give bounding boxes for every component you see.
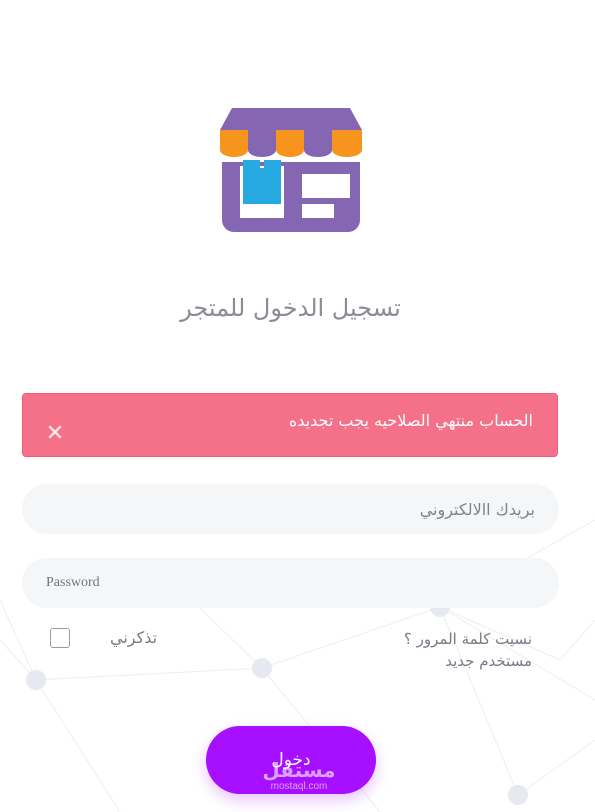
page-title: تسجيل الدخول للمتجر <box>180 294 401 322</box>
account-links: نسيت كلمة المرور ؟ مستخدم جديد <box>404 628 532 672</box>
remember-me-checkbox[interactable] <box>50 628 70 648</box>
login-button[interactable]: دخول <box>206 726 376 794</box>
close-icon[interactable] <box>47 424 63 440</box>
expired-account-alert: الحساب منتهي الصلاحيه يجب تجديده <box>22 393 558 457</box>
password-field[interactable] <box>22 558 559 608</box>
forgot-password-link[interactable]: نسيت كلمة المرور ؟ <box>404 628 532 650</box>
alert-message: الحساب منتهي الصلاحيه يجب تجديده <box>288 411 533 430</box>
new-user-link[interactable]: مستخدم جديد <box>404 650 532 672</box>
email-field[interactable] <box>22 484 559 534</box>
store-logo-icon <box>220 108 362 232</box>
remember-me-label: تذكرني <box>110 628 158 647</box>
